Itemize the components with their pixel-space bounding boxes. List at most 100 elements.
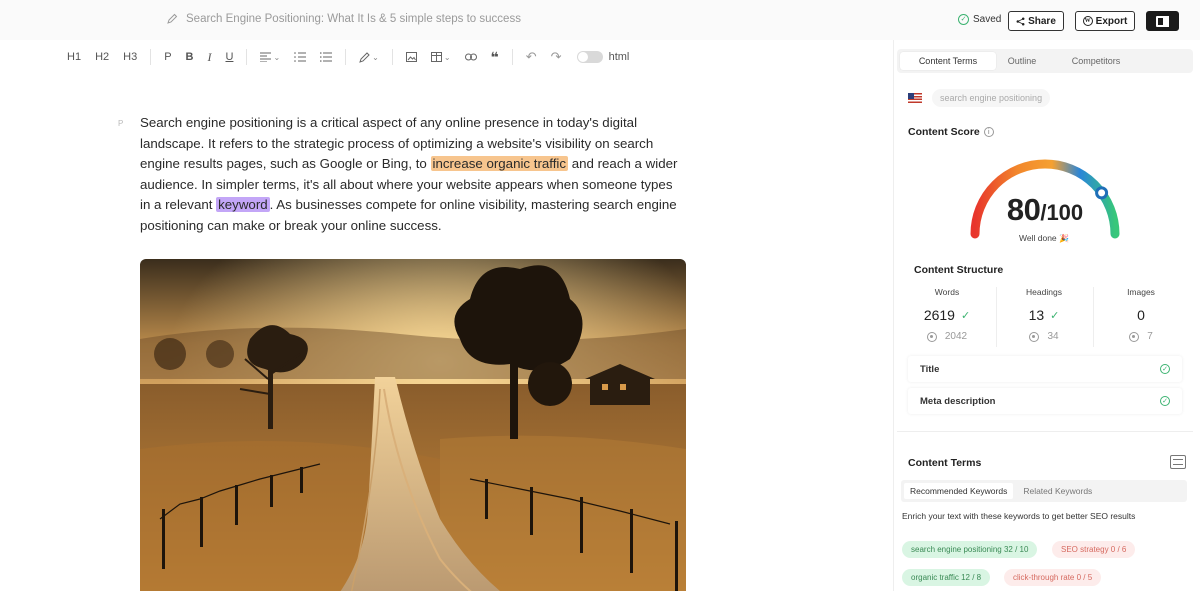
target-icon [926,331,937,342]
insert-image-button[interactable] [399,46,424,68]
party-icon: 🎉 [1059,234,1069,243]
tab-content-terms[interactable]: Content Terms [900,52,996,70]
check-title[interactable]: Title ✓ [908,356,1182,382]
bullet-list-button[interactable] [313,46,339,68]
stat-images: Images 0 7 [1092,287,1190,342]
stat-value: 0 [1137,307,1145,323]
target-keyword[interactable]: search engine positioning [932,89,1051,107]
bullet-list-icon [320,52,333,62]
heading2-button[interactable]: H2 [88,46,116,68]
chevron-down-icon: ⌄ [443,52,451,62]
sidebar-toggle-icon [1156,15,1169,27]
terms-description: Enrich your text with these keywords to … [902,511,1136,521]
chevron-down-icon: ⌄ [372,52,379,62]
share-button[interactable]: Share [1008,11,1064,31]
keyword-subtabs: Recommended Keywords Related Keywords [901,480,1187,502]
numbered-list-button[interactable] [287,46,313,68]
html-toggle-label: html [608,51,630,63]
export-button[interactable]: W Export [1075,11,1135,31]
highlighter-icon [359,51,370,63]
stat-label: Words [934,287,960,297]
stat-value-row: 2619 ✓ [898,307,996,323]
panel-tabs: Content Terms Outline Competitors [897,49,1193,73]
stat-label: Headings [1026,287,1062,297]
image-icon [405,52,417,62]
quote-button[interactable]: ❝ [484,46,506,68]
italic-button[interactable]: I [200,46,218,68]
pencil-icon [167,13,178,24]
stat-value-row: 13 ✓ [995,307,1093,323]
highlighted-term-organic-traffic[interactable]: increase organic traffic [430,156,569,172]
redo-icon: ↷ [550,49,562,64]
target-keyword-row: search engine positioning [908,89,1051,107]
heading1-button[interactable]: H1 [60,46,88,68]
redo-button[interactable]: ↷ [544,46,569,68]
wordpress-icon: W [1082,16,1093,26]
stat-value-row: 0 [1092,307,1190,323]
stat-target: 2042 [944,331,968,342]
content-image[interactable] [140,259,686,591]
editor-paragraph[interactable]: Search engine positioning is a critical … [140,113,685,237]
stat-target-row: 2042 [898,331,996,342]
toolbar-divider [391,49,393,65]
check-icon: ✓ [1050,309,1060,322]
undo-button[interactable]: ↶ [519,46,544,68]
share-icon [1016,17,1025,25]
tab-related-keywords[interactable]: Related Keywords [1017,483,1098,499]
align-button[interactable]: ⌄ [253,46,287,68]
heading3-button[interactable]: H3 [116,46,144,68]
stat-headings: Headings 13 ✓ 34 [995,287,1093,342]
keyword-pill[interactable]: SEO strategy 0 / 6 [1052,541,1136,558]
content-structure-title: Content Structure [914,264,1004,276]
document-title[interactable]: Search Engine Positioning: What It Is & … [166,13,521,25]
keyword-pill[interactable]: click-through rate 0 / 5 [1004,569,1102,586]
underline-button[interactable]: U [218,46,240,68]
score-max: /100 [1040,200,1084,225]
content-score-value: 80/100 [985,192,1105,228]
tab-outline[interactable]: Outline [1001,52,1043,70]
paragraph-button[interactable]: P [157,46,178,68]
editor-toolbar: H1 H2 H3 P B I U ⌄ ⌄ ⌄ ❝ ↶ ↷ html [60,46,629,68]
insert-link-button[interactable] [458,46,484,68]
target-icon [1029,331,1040,342]
keyword-pill[interactable]: organic traffic 12 / 8 [902,569,991,586]
stat-label: Images [1127,287,1155,297]
content-score-label: Content Score [908,126,980,138]
stat-target-row: 34 [995,331,1093,342]
info-icon[interactable]: i [983,127,994,137]
bold-button[interactable]: B [179,46,201,68]
highlighted-term-keyword[interactable]: keyword [216,197,270,213]
check-meta-description[interactable]: Meta description ✓ [908,388,1182,414]
stat-value: 13 [1028,307,1045,323]
undo-icon: ↶ [525,49,537,64]
check-circle-icon: ✓ [1160,364,1170,374]
stat-target: 34 [1047,331,1059,342]
toolbar-divider [511,49,513,65]
chevron-down-icon: ⌄ [273,52,281,62]
keyword-pill[interactable]: search engine positioning 32 / 10 [902,541,1038,558]
html-toggle[interactable] [576,51,603,63]
saved-status: ✓ Saved [958,14,1001,25]
export-label: Export [1095,15,1128,27]
tab-recommended-keywords[interactable]: Recommended Keywords [904,483,1014,499]
check-circle-icon: ✓ [1160,396,1170,406]
stat-target: 7 [1147,331,1153,342]
check-label: Meta description [920,395,996,407]
align-left-icon [260,52,272,62]
landscape-image [140,259,686,591]
toolbar-divider [345,49,347,65]
table-icon [430,52,442,62]
quote-icon: ❝ [490,48,499,65]
target-icon [1129,331,1140,342]
us-flag-icon [908,93,922,103]
tab-competitors[interactable]: Competitors [1063,52,1129,70]
toolbar-divider [150,49,152,65]
check-label: Title [920,363,940,375]
filter-settings-icon[interactable] [1170,455,1186,469]
highlight-button[interactable]: ⌄ [352,46,386,68]
numbered-list-icon [294,52,307,62]
panel-toggle-button[interactable] [1146,11,1179,31]
top-bar: Search Engine Positioning: What It Is & … [0,0,1200,40]
insert-table-button[interactable]: ⌄ [424,46,458,68]
toolbar-divider [246,49,248,65]
